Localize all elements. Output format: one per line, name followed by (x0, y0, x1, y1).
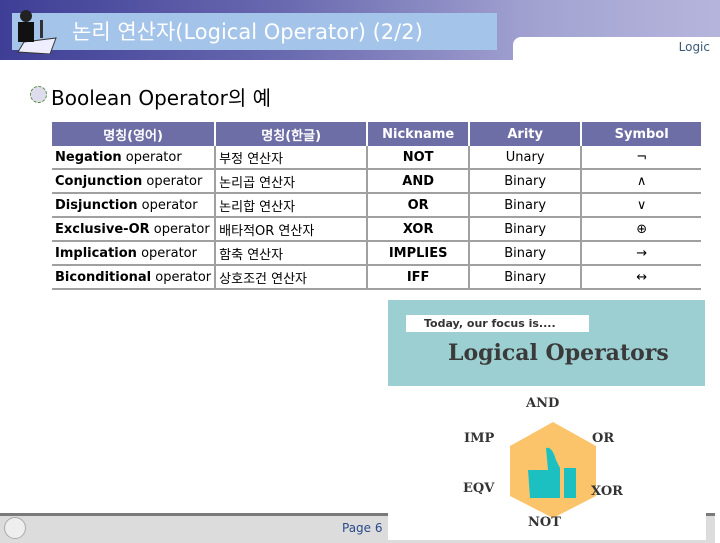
cell-en: Implication operator (52, 241, 217, 266)
cell-en-rest: operator (151, 269, 212, 285)
cell-arity: Unary (468, 146, 582, 170)
table-row: Biconditional operator 상호조건 연산자 IFF Bina… (52, 265, 702, 290)
cell-nickname: OR (366, 193, 470, 218)
cell-symbol: ↔ (580, 265, 702, 290)
cell-ko: 배타적OR 연산자 (215, 217, 368, 242)
col-header-arity: Arity (469, 122, 583, 146)
cell-en: Conjunction operator (52, 169, 217, 194)
op-xor: XOR (591, 484, 623, 499)
cell-ko: 부정 연산자 (215, 146, 368, 170)
subheading-text: Boolean Operator의 예 (51, 86, 272, 110)
cell-en-bold: Disjunction (55, 197, 138, 213)
header-tag: Logic (678, 40, 710, 54)
cell-en-rest: operator (149, 221, 210, 237)
cell-en-rest: operator (136, 245, 197, 261)
person-at-desk-icon (17, 10, 57, 54)
table-row: Conjunction operator 논리곱 연산자 AND Binary … (52, 169, 702, 194)
cell-arity: Binary (468, 241, 582, 266)
operator-table: 명칭(영어) 명칭(한글) Nickname Arity Symbol Nega… (52, 122, 702, 290)
cell-en-bold: Negation (55, 149, 122, 165)
cell-ko: 상호조건 연산자 (215, 265, 368, 290)
cell-en: Negation operator (52, 146, 217, 170)
cell-symbol: → (580, 241, 702, 266)
cell-en-bold: Biconditional (55, 269, 152, 285)
cell-en: Biconditional operator (52, 265, 217, 290)
cell-nickname: IFF (366, 265, 470, 290)
col-header-ko: 명칭(한글) (215, 122, 369, 146)
table-row: Implication operator 함축 연산자 IMPLIES Bina… (52, 241, 702, 266)
cell-symbol: ∧ (580, 169, 702, 194)
cell-en-bold: Conjunction (55, 173, 143, 189)
cell-en: Exclusive-OR operator (52, 217, 217, 242)
op-and: AND (526, 396, 560, 411)
cell-en: Disjunction operator (52, 193, 217, 218)
cell-en-rest: operator (142, 173, 203, 189)
graphic-caption: Today, our focus is.... (406, 315, 589, 332)
cell-arity: Binary (468, 217, 582, 242)
cell-nickname: NOT (366, 146, 470, 170)
col-header-nickname: Nickname (367, 122, 471, 146)
table-row: Negation operator 부정 연산자 NOT Unary ¬ (52, 146, 702, 170)
university-seal-logo (4, 517, 26, 539)
col-header-symbol: Symbol (581, 122, 702, 146)
cell-symbol: ⊕ (580, 217, 702, 242)
university-logo-text (28, 518, 30, 527)
subheading: Boolean Operator의 예 (30, 82, 271, 111)
cell-symbol: ¬ (580, 146, 702, 170)
graphic-title: Logical Operators (448, 340, 669, 366)
cell-ko: 논리곱 연산자 (215, 169, 368, 194)
cell-nickname: IMPLIES (366, 241, 470, 266)
hexagon-thumbs-up-icon (510, 422, 596, 518)
table-row: Exclusive-OR operator 배타적OR 연산자 XOR Bina… (52, 217, 702, 242)
cell-ko: 함축 연산자 (215, 241, 368, 266)
page-number: Page 6 (342, 521, 383, 535)
cell-nickname: AND (366, 169, 470, 194)
cell-ko: 논리합 연산자 (215, 193, 368, 218)
op-not: NOT (528, 515, 561, 530)
op-imp: IMP (464, 431, 495, 446)
logical-operators-graphic: Today, our focus is.... Logical Operator… (388, 300, 706, 540)
cell-en-rest: operator (121, 149, 182, 165)
op-eqv: EQV (463, 481, 495, 496)
table-row: Disjunction operator 논리합 연산자 OR Binary ∨ (52, 193, 702, 218)
bullet-icon (30, 86, 47, 103)
slide-title: 논리 연산자(Logical Operator) (2/2) (72, 20, 423, 44)
cell-en-bold: Exclusive-OR (55, 221, 150, 237)
cell-en-rest: operator (137, 197, 198, 213)
op-or: OR (592, 431, 615, 446)
cell-symbol: ∨ (580, 193, 702, 218)
cell-arity: Binary (468, 193, 582, 218)
cell-arity: Binary (468, 265, 582, 290)
cell-en-bold: Implication (55, 245, 137, 261)
cell-arity: Binary (468, 169, 582, 194)
cell-nickname: XOR (366, 217, 470, 242)
col-header-en: 명칭(영어) (52, 122, 217, 146)
